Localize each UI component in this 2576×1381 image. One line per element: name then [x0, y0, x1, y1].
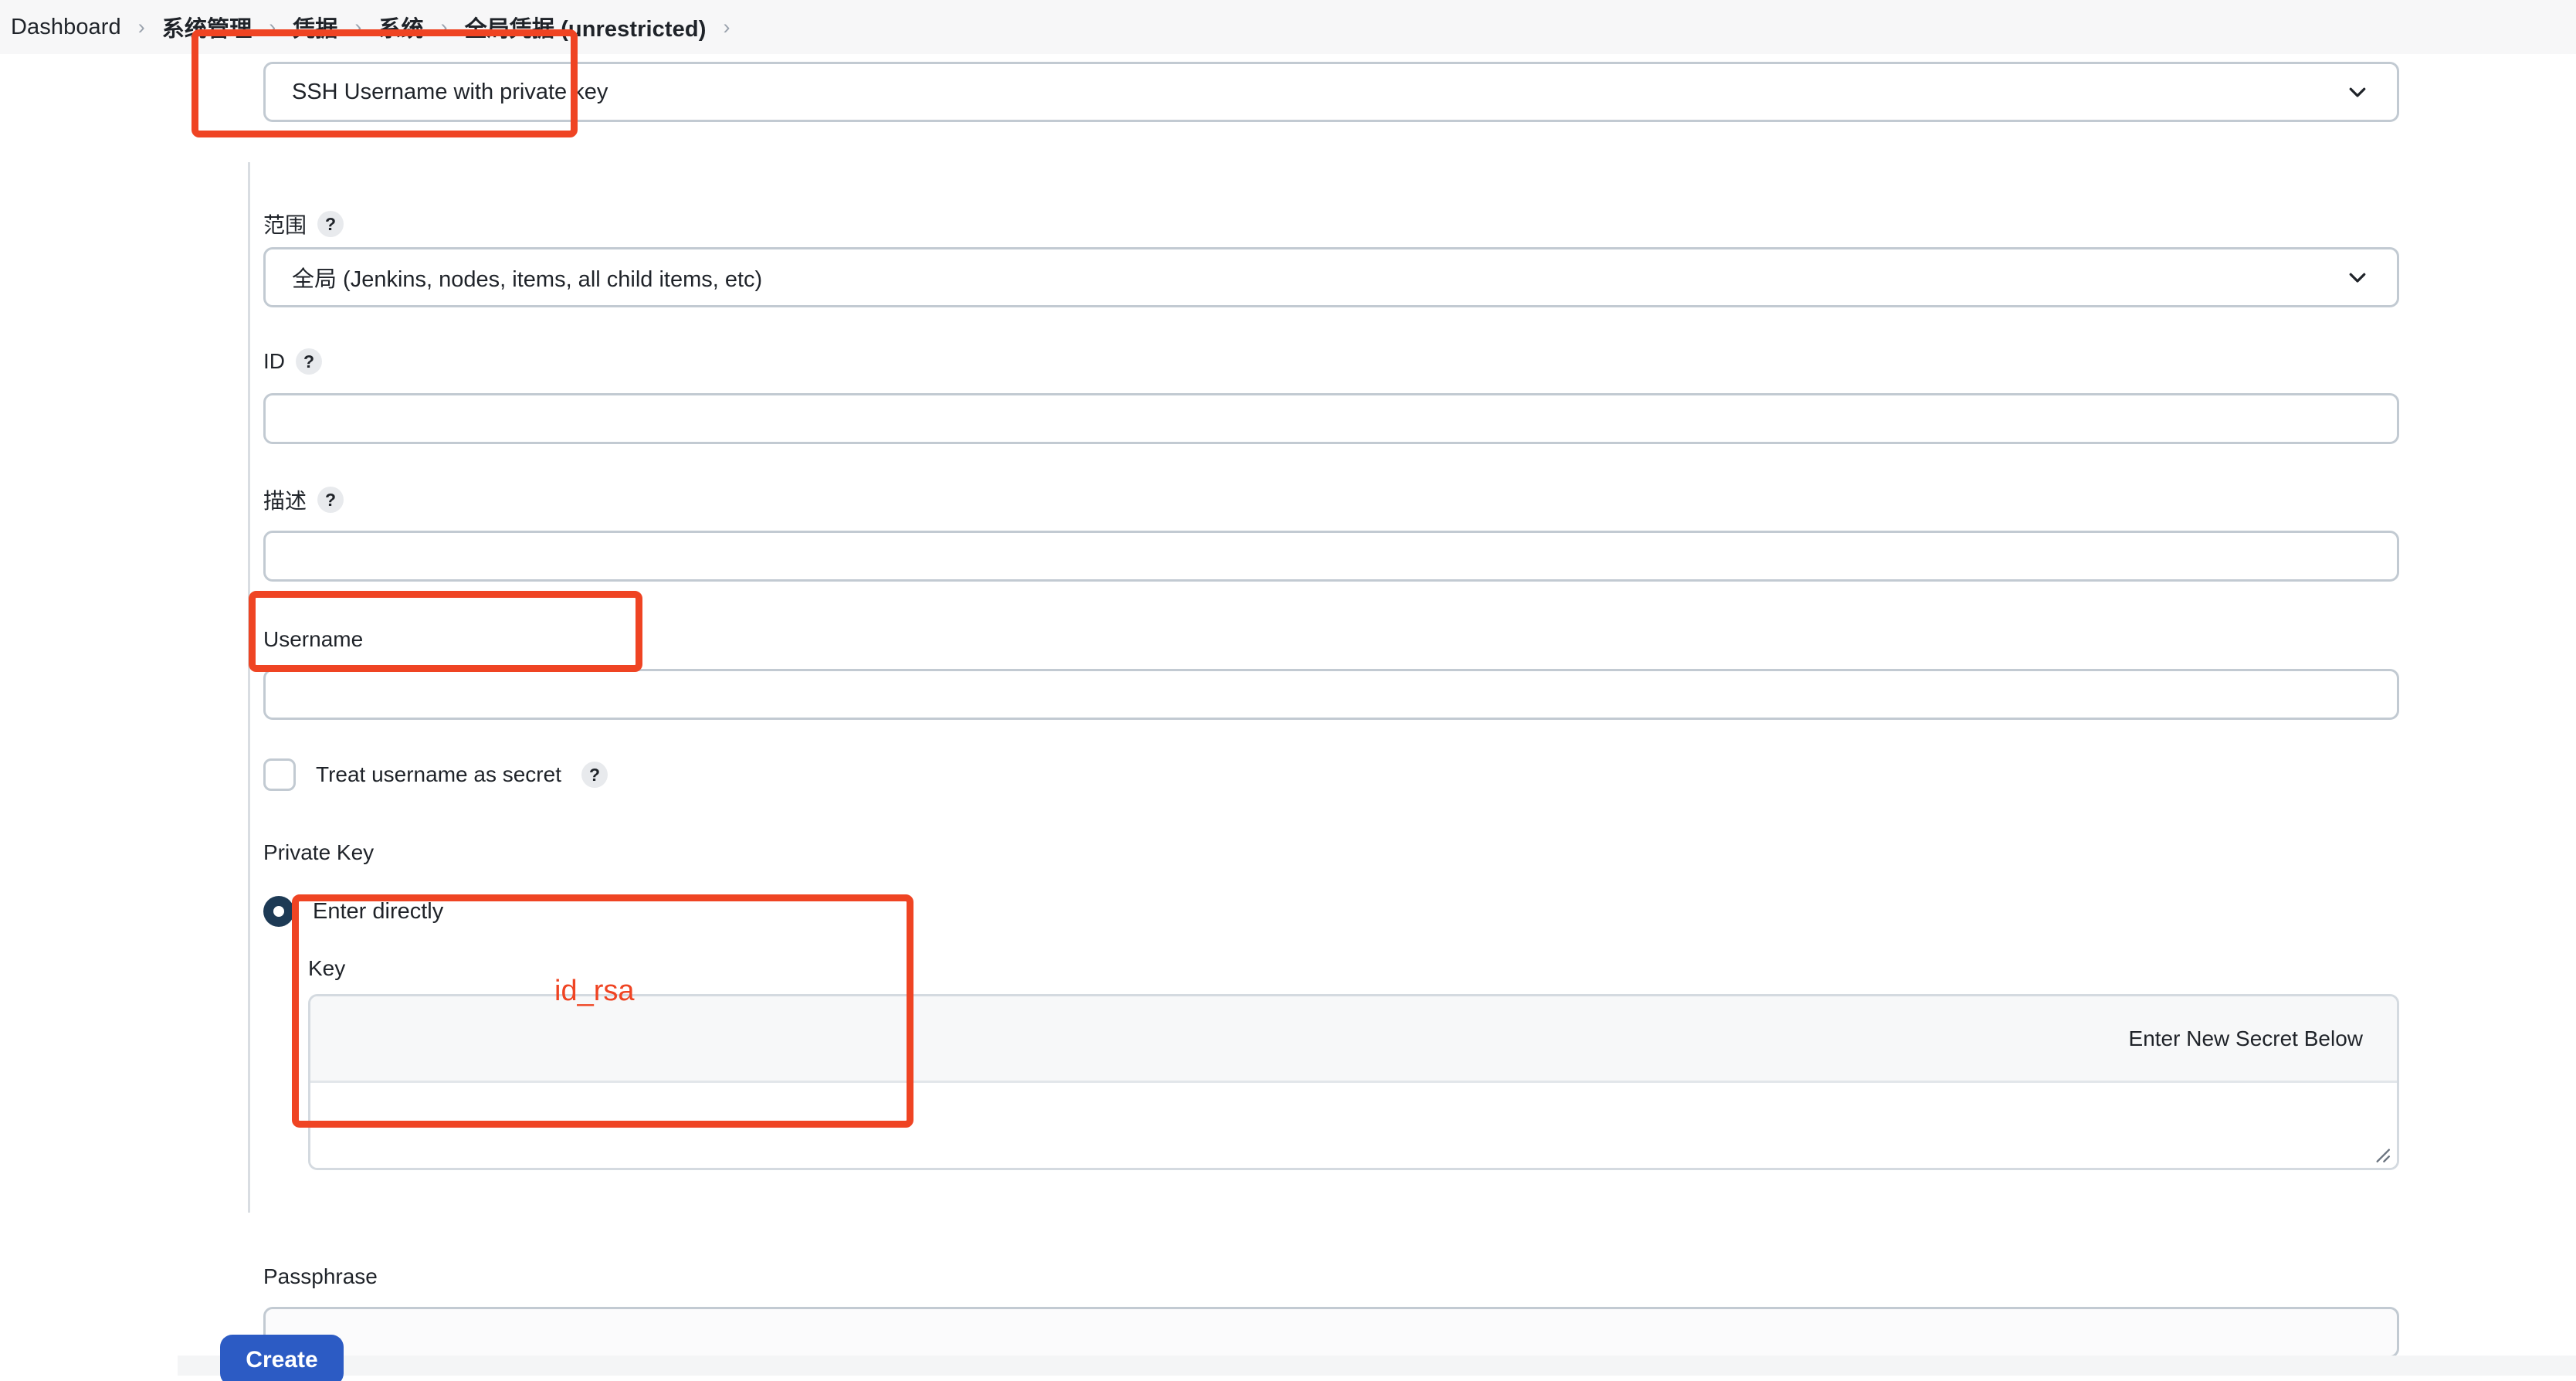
treat-username-as-secret-checkbox[interactable] — [263, 758, 296, 791]
breadcrumb-item-dashboard[interactable]: Dashboard — [11, 15, 121, 40]
private-key-section-text: Private Key — [263, 840, 375, 864]
breadcrumb-item-global-credentials[interactable]: 全局凭据 (unrestricted) — [465, 11, 707, 43]
private-key-textarea[interactable] — [310, 1083, 2397, 1168]
enter-directly-radio[interactable] — [263, 896, 294, 927]
passphrase-label-text: Passphrase — [263, 1264, 378, 1288]
breadcrumb: Dashboard › 系统管理 › 凭据 › 系统 › 全局凭据 (unres… — [0, 0, 2576, 54]
chevron-down-icon — [2349, 273, 2366, 283]
scope-value: 全局 (Jenkins, nodes, items, all child ite… — [292, 267, 763, 292]
treat-username-as-secret-label: Treat username as secret — [316, 762, 561, 786]
secret-header-text: Enter New Secret Below — [2128, 1026, 2363, 1050]
breadcrumb-separator-icon: › — [269, 15, 276, 39]
create-button[interactable]: Create — [220, 1335, 344, 1381]
username-label-text: Username — [263, 627, 364, 651]
id-label-text: ID — [263, 349, 285, 373]
passphrase-input[interactable] — [263, 1307, 2399, 1358]
private-key-secret-widget[interactable]: Enter New Secret Below — [308, 994, 2399, 1170]
form-left-rule — [248, 162, 250, 1213]
credential-kind-select[interactable]: SSH Username with private key — [263, 62, 2399, 122]
jenkins-credentials-page: Dashboard › 系统管理 › 凭据 › 系统 › 全局凭据 (unres… — [0, 0, 2576, 1381]
breadcrumb-item-system[interactable]: 系统 — [378, 11, 423, 43]
breadcrumb-separator-icon: › — [440, 15, 448, 39]
description-label: 描述 ? — [263, 484, 344, 515]
breadcrumb-trailing-separator-icon: › — [723, 15, 730, 39]
secret-header-bar: Enter New Secret Below — [310, 996, 2397, 1083]
passphrase-label: Passphrase — [263, 1264, 378, 1289]
enter-directly-radio-row[interactable]: Enter directly — [263, 896, 443, 927]
key-label: Key — [308, 956, 345, 981]
description-label-text: 描述 — [263, 489, 307, 513]
breadcrumb-item-system-management[interactable]: 系统管理 — [162, 11, 252, 43]
description-input[interactable] — [263, 531, 2399, 582]
radio-dot-icon — [273, 906, 284, 917]
treat-username-as-secret-row[interactable]: Treat username as secret ? — [263, 758, 608, 791]
help-icon[interactable]: ? — [296, 348, 322, 375]
credential-form: SSH Username with private key 范围 ? 全局 (J… — [0, 54, 2576, 1381]
credential-kind-value: SSH Username with private key — [292, 79, 608, 104]
id-label: ID ? — [263, 348, 322, 375]
username-label: Username — [263, 627, 363, 652]
help-icon[interactable]: ? — [317, 211, 344, 237]
breadcrumb-separator-icon: › — [354, 15, 362, 39]
scope-select[interactable]: 全局 (Jenkins, nodes, items, all child ite… — [263, 247, 2399, 307]
chevron-down-icon — [2349, 87, 2366, 97]
id-input[interactable] — [263, 393, 2399, 444]
breadcrumb-separator-icon: › — [137, 15, 145, 39]
breadcrumb-item-credentials[interactable]: 凭据 — [293, 11, 337, 43]
help-icon[interactable]: ? — [317, 487, 344, 513]
key-label-text: Key — [308, 956, 346, 980]
enter-directly-label: Enter directly — [313, 898, 444, 924]
help-icon[interactable]: ? — [581, 762, 608, 788]
private-key-section-label: Private Key — [263, 840, 374, 865]
form-footer-band — [178, 1356, 2576, 1376]
username-input[interactable] — [263, 669, 2399, 720]
scope-label-text: 范围 — [263, 213, 307, 237]
resize-handle-icon[interactable] — [2371, 1143, 2391, 1163]
scope-label: 范围 ? — [263, 209, 344, 239]
